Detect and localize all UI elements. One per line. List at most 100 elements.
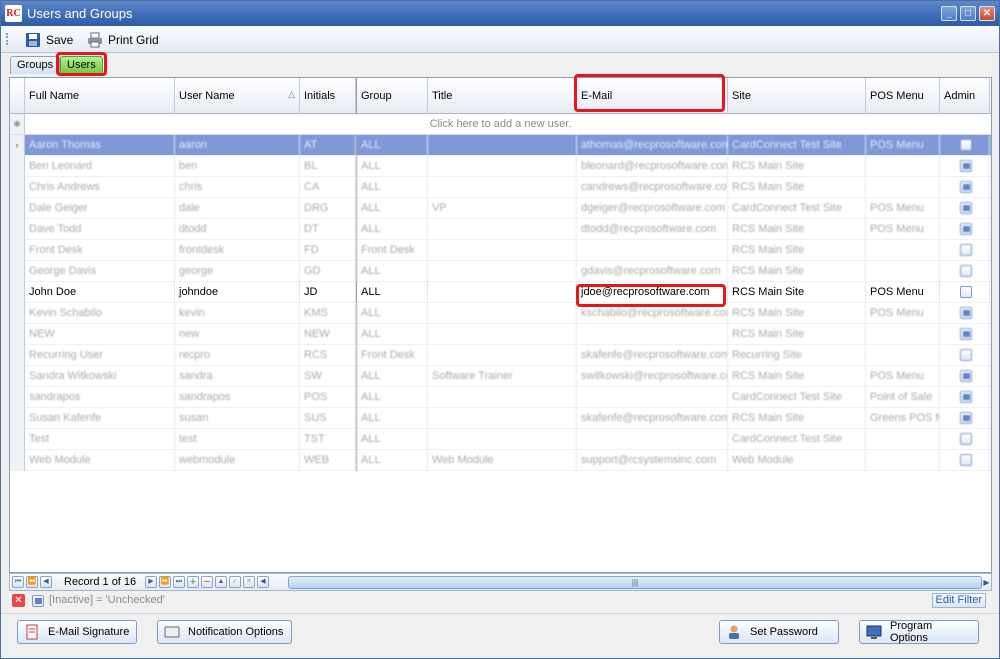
row-indicator[interactable] (10, 429, 25, 450)
cell-admin[interactable] (940, 282, 990, 303)
cell-admin[interactable] (940, 261, 990, 282)
cell-title[interactable] (428, 345, 577, 366)
cell-admin[interactable] (940, 156, 990, 177)
admin-checkbox[interactable] (960, 433, 972, 446)
table-row[interactable]: Ben Leonard ben BL ALL bleonard@recprosoftwa… (10, 156, 991, 177)
cell-initials[interactable]: SUS (300, 408, 356, 429)
row-indicator[interactable] (10, 324, 25, 345)
cell-email[interactable]: kschabilo@recprosoftware.com (577, 303, 728, 324)
row-indicator[interactable] (10, 177, 25, 198)
cell-pos-menu[interactable]: POS Menu (866, 366, 940, 387)
cell-email[interactable]: jdoe@recprosoftware.com (577, 282, 728, 303)
next-record-icon[interactable]: ▶ (145, 576, 157, 588)
cell-admin[interactable] (940, 135, 990, 156)
cell-initials[interactable]: SW (300, 366, 356, 387)
cell-user-name[interactable]: aaron (175, 135, 300, 156)
cell-pos-menu[interactable] (866, 450, 940, 471)
cell-initials[interactable]: FD (300, 240, 356, 261)
cell-email[interactable] (577, 240, 728, 261)
cell-site[interactable]: RCS Main Site (728, 240, 866, 261)
table-row[interactable]: Sandra Witkowski sandra SW ALL Software Trai… (10, 366, 991, 387)
cell-user-name[interactable]: chris (175, 177, 300, 198)
cell-email[interactable]: switkowski@recprosoftware.com (577, 366, 728, 387)
filter-active-checkbox[interactable] (32, 595, 44, 607)
admin-checkbox[interactable] (960, 454, 972, 467)
cell-pos-menu[interactable] (866, 156, 940, 177)
cell-email[interactable] (577, 324, 728, 345)
admin-checkbox[interactable] (960, 307, 972, 320)
cell-initials[interactable]: RCS (300, 345, 356, 366)
cell-user-name[interactable]: sandra (175, 366, 300, 387)
cell-title[interactable] (428, 303, 577, 324)
cell-site[interactable]: RCS Main Site (728, 303, 866, 324)
last-page-icon[interactable]: ⏭ (173, 576, 185, 588)
cell-admin[interactable] (940, 387, 990, 408)
admin-checkbox[interactable] (960, 223, 972, 236)
cell-admin[interactable] (940, 324, 990, 345)
cell-site[interactable]: Recurring Site (728, 345, 866, 366)
cell-title[interactable]: VP (428, 198, 577, 219)
clear-filter-icon[interactable]: ✕ (12, 594, 25, 607)
cell-admin[interactable] (940, 366, 990, 387)
row-indicator[interactable] (10, 366, 25, 387)
next-page-icon[interactable]: ⏩ (159, 576, 171, 588)
cell-admin[interactable] (940, 198, 990, 219)
table-row[interactable]: Chris Andrews chris CA ALL candrews@recproso… (10, 177, 991, 198)
cell-admin[interactable] (940, 177, 990, 198)
tab-groups[interactable]: Groups (10, 56, 61, 74)
cell-pos-menu[interactable] (866, 240, 940, 261)
cell-pos-menu[interactable] (866, 261, 940, 282)
cell-user-name[interactable]: webmodule (175, 450, 300, 471)
admin-checkbox[interactable] (960, 202, 972, 215)
row-indicator[interactable] (10, 408, 25, 429)
admin-checkbox[interactable] (960, 370, 972, 383)
cell-site[interactable]: RCS Main Site (728, 366, 866, 387)
current-row-indicator-icon[interactable]: › (10, 135, 25, 156)
cell-full-name[interactable]: Kevin Schabilo (25, 303, 175, 324)
admin-checkbox[interactable] (960, 244, 972, 257)
table-row[interactable]: Kevin Schabilo kevin KMS ALL kschabilo@recpr… (10, 303, 991, 324)
cell-title[interactable] (428, 408, 577, 429)
cell-email[interactable]: candrews@recprosoftware.com (577, 177, 728, 198)
cell-group[interactable]: ALL (356, 219, 428, 240)
scrollbar-thumb[interactable]: ||| (288, 576, 982, 589)
set-password-button[interactable]: Set Password (719, 620, 839, 644)
cell-site[interactable]: CardConnect Test Site (728, 198, 866, 219)
cell-email[interactable]: support@rcsystemsinc.com (577, 450, 728, 471)
row-indicator[interactable] (10, 219, 25, 240)
cell-title[interactable] (428, 429, 577, 450)
admin-checkbox[interactable] (960, 391, 972, 404)
row-indicator[interactable] (10, 240, 25, 261)
cell-admin[interactable] (940, 345, 990, 366)
table-row[interactable]: George Davis george GD ALL gdavis@recprosoft… (10, 261, 991, 282)
cell-initials[interactable]: GD (300, 261, 356, 282)
column-header-initials[interactable]: Initials (300, 78, 356, 114)
cell-pos-menu[interactable]: POS Menu (866, 135, 940, 156)
cell-email[interactable]: dgeiger@recprosoftware.com (577, 198, 728, 219)
cell-group[interactable]: ALL (356, 198, 428, 219)
cell-user-name[interactable]: johndoe (175, 282, 300, 303)
prev-record-icon[interactable]: ◀ (40, 576, 52, 588)
cell-user-name[interactable]: recpro (175, 345, 300, 366)
cell-initials[interactable]: AT (300, 135, 356, 156)
admin-checkbox[interactable] (960, 412, 972, 425)
cancel-edit-icon[interactable]: ✕ (243, 576, 255, 588)
admin-checkbox[interactable] (960, 181, 972, 194)
cell-full-name[interactable]: Dale Geiger (25, 198, 175, 219)
cell-user-name[interactable]: kevin (175, 303, 300, 324)
edit-filter-button[interactable]: Edit Filter (931, 593, 986, 608)
cell-initials[interactable]: WEB (300, 450, 356, 471)
cell-group[interactable]: ALL (356, 324, 428, 345)
cell-site[interactable]: RCS Main Site (728, 324, 866, 345)
cell-admin[interactable] (940, 303, 990, 324)
cell-full-name[interactable]: Front Desk (25, 240, 175, 261)
cell-initials[interactable]: TST (300, 429, 356, 450)
new-row[interactable]: ✱ Click here to add a new user. (10, 114, 991, 135)
apply-edit-icon[interactable]: ✓ (229, 576, 241, 588)
cell-email[interactable]: athomas@recprosoftware.com (577, 135, 728, 156)
tab-users[interactable]: Users (60, 56, 103, 74)
cell-group[interactable]: ALL (356, 156, 428, 177)
cell-full-name[interactable]: Recurring User (25, 345, 175, 366)
save-button[interactable]: Save (25, 29, 73, 50)
cell-pos-menu[interactable] (866, 345, 940, 366)
